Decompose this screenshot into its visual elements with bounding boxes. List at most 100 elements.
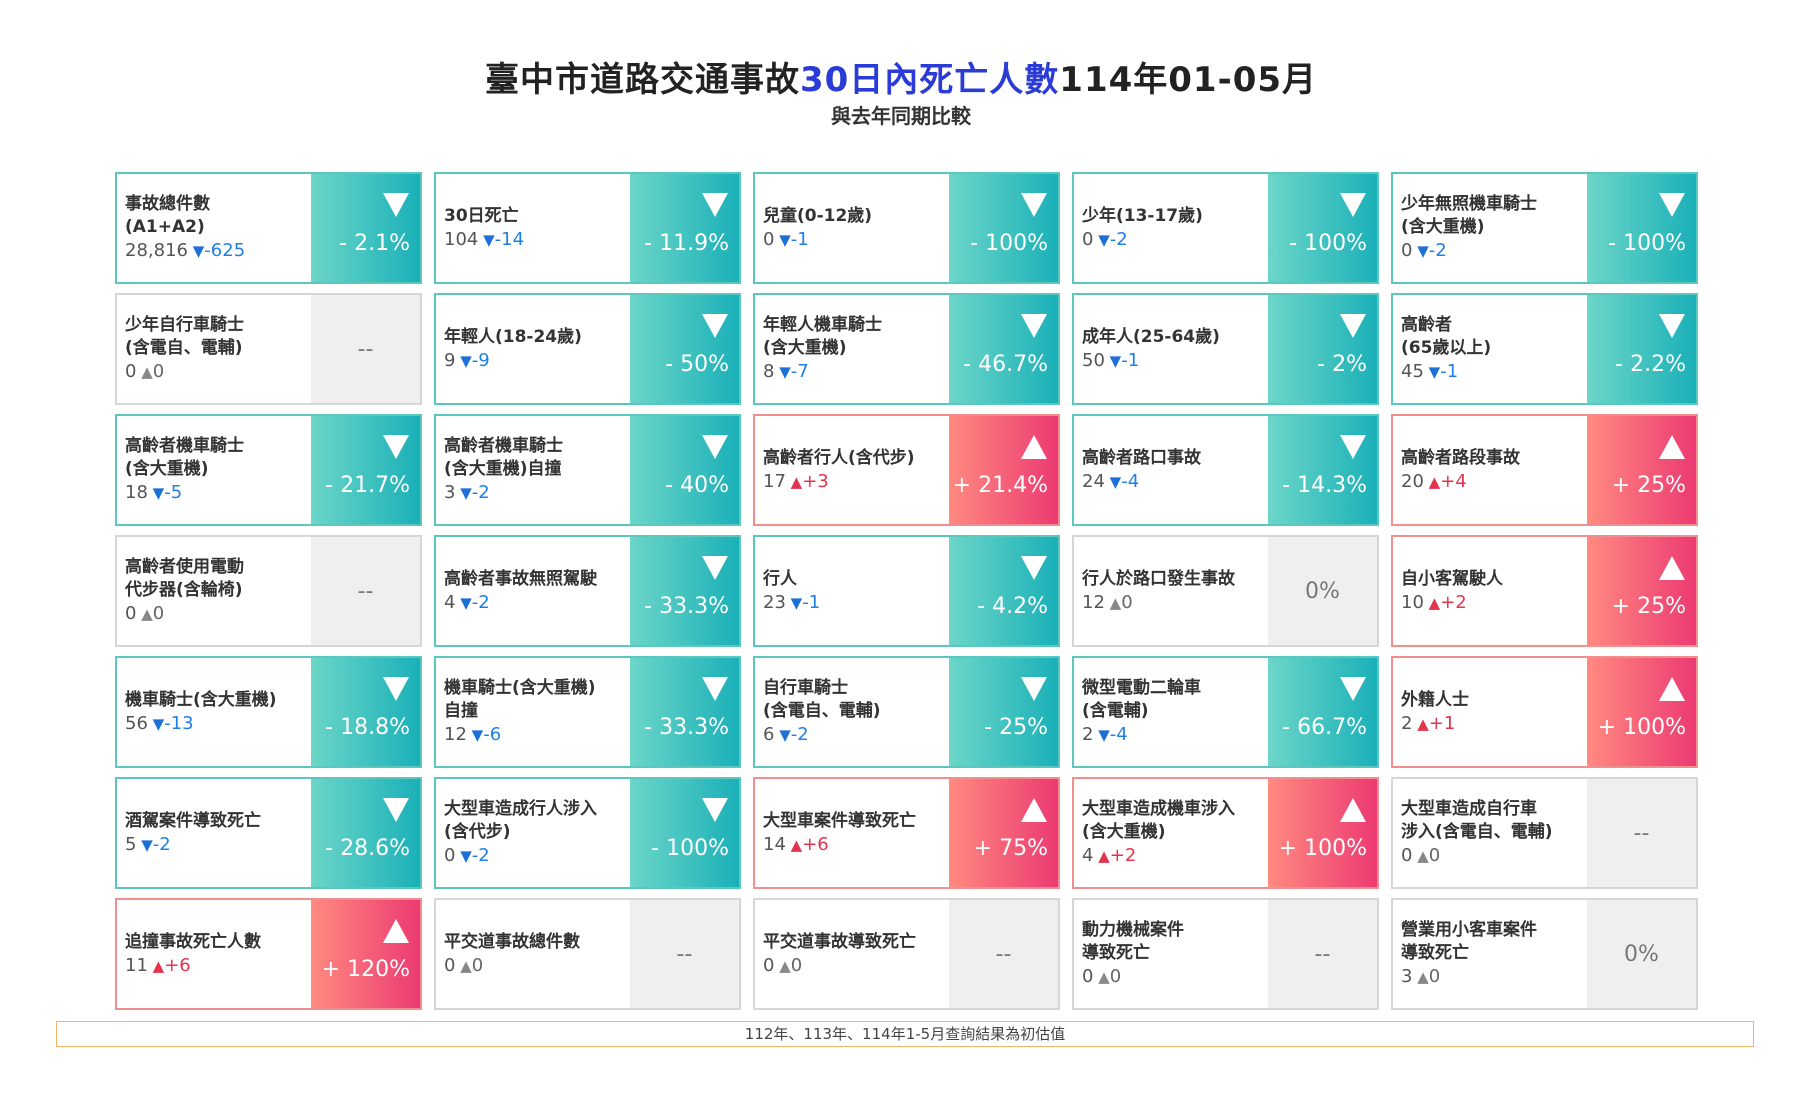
stat-card-delta: -1 — [1440, 361, 1459, 382]
stat-card-info: 高齡者事故無照駕駛 4 ▼-2 — [436, 537, 630, 645]
stat-card-name: 微型電動二輪車 (含電輔) — [1082, 678, 1201, 721]
down-triangle-icon: ▼ — [455, 847, 472, 865]
stat-card-percent: - 100% — [651, 836, 729, 861]
stat-card-percent: + 100% — [1278, 836, 1367, 861]
stat-card-badge: + 25% — [1587, 416, 1696, 524]
stat-card-count: 23 — [763, 591, 786, 613]
stat-card[interactable]: 成年人(25-64歲) 50 ▼-1 - 2% — [1072, 293, 1379, 405]
up-triangle-icon: ▲ — [1093, 847, 1110, 865]
stat-card[interactable]: 兒童(0-12歲) 0 ▼-1 - 100% — [753, 172, 1060, 284]
stat-card[interactable]: 少年自行車騎士 (含電自、電輔) 0 ▲0 -- — [115, 293, 422, 405]
stat-card-name: 少年無照機車騎士 (含大重機) — [1401, 194, 1537, 237]
stat-card[interactable]: 行人於路口發生事故 12 ▲0 0% — [1072, 535, 1379, 647]
stat-card[interactable]: 高齡者使用電動 代步器(含輪椅) 0 ▲0 -- — [115, 535, 422, 647]
stat-card-values: 4 ▲+2 — [1082, 844, 1260, 868]
stat-card-badge: -- — [311, 537, 420, 645]
down-triangle-icon: ▼ — [774, 726, 791, 744]
stat-card-name: 高齡者路口事故 — [1082, 447, 1201, 468]
stat-card-badge: -- — [949, 900, 1058, 1008]
stat-card-values: 20 ▲+4 — [1401, 470, 1579, 494]
stat-card-count: 6 — [763, 724, 775, 745]
stat-card[interactable]: 平交道事故總件數 0 ▲0 -- — [434, 898, 741, 1010]
stat-card[interactable]: 營業用小客車案件 導致死亡 3 ▲0 0% — [1391, 898, 1698, 1010]
stat-card-delta: 0 — [1121, 591, 1133, 613]
stat-card-info: 機車騎士(含大重機) 56 ▼-13 — [117, 658, 311, 766]
stat-card-count: 0 — [444, 954, 456, 976]
stat-card[interactable]: 高齡者路口事故 24 ▼-4 - 14.3% — [1072, 414, 1379, 526]
stat-card-badge: - 25% — [949, 658, 1058, 766]
stat-card[interactable]: 大型車案件導致死亡 14 ▲+6 + 75% — [753, 777, 1060, 889]
up-triangle-icon — [1021, 435, 1047, 459]
stat-card[interactable]: 高齡者 (65歲以上) 45 ▼-1- 2.2% — [1391, 293, 1698, 405]
stat-card[interactable]: 少年(13-17歲) 0 ▼-2 - 100% — [1072, 172, 1379, 284]
stat-card-name: 酒駕案件導致死亡 — [125, 810, 261, 831]
stat-card-delta: 0 — [1428, 845, 1441, 866]
stat-card-delta: 0 — [152, 603, 165, 624]
stat-card-values: 0 ▼-1 — [763, 228, 941, 252]
stat-card-values: 0 ▼-2 — [444, 844, 622, 868]
stat-card-percent: - 40% — [665, 473, 729, 498]
stat-card-count: 12 — [1082, 591, 1105, 613]
stat-card-count: 56 — [125, 712, 148, 734]
stat-card-values: 10 ▲+2 — [1401, 591, 1579, 615]
stat-card-count: 104 — [444, 228, 479, 250]
stat-card-info: 成年人(25-64歲) 50 ▼-1 — [1074, 295, 1268, 403]
stat-card[interactable]: 高齡者機車騎士 (含大重機) 18 ▼-5- 21.7% — [115, 414, 422, 526]
stat-card[interactable]: 動力機械案件 導致死亡 0 ▲0 -- — [1072, 898, 1379, 1010]
stat-card-percent: -- — [676, 941, 693, 967]
down-triangle-icon — [1021, 193, 1047, 217]
stat-card-badge: - 33.3% — [630, 658, 739, 766]
stat-card-values: 4 ▼-2 — [444, 591, 622, 615]
stat-card[interactable]: 酒駕案件導致死亡 5 ▼-2 - 28.6% — [115, 777, 422, 889]
stat-card-name: 自行車騎士 (含電自、電輔) — [763, 678, 881, 721]
footer-note: 112年、113年、114年1-5月查詢結果為初估值 — [56, 1021, 1754, 1047]
stat-card-percent: + 120% — [321, 957, 410, 982]
stat-card[interactable]: 外籍人士 2 ▲+1 + 100% — [1391, 656, 1698, 768]
stat-card-badge: -- — [1268, 900, 1377, 1008]
stat-card[interactable]: 大型車造成自行車 涉入(含電自、電輔) 0 ▲0 -- — [1391, 777, 1698, 889]
stat-card[interactable]: 自小客駕駛人 10 ▲+2 + 25% — [1391, 535, 1698, 647]
flat-triangle-icon: ▲ — [1104, 593, 1122, 612]
stat-card[interactable]: 年輕人機車騎士 (含大重機) 8 ▼-7- 46.7% — [753, 293, 1060, 405]
stat-card-count: 4 — [1082, 845, 1094, 866]
stat-card[interactable]: 大型車造成行人涉入 (含代步) 0 ▼-2- 100% — [434, 777, 741, 889]
stat-card-count: 10 — [1401, 591, 1424, 613]
stat-card[interactable]: 高齡者事故無照駕駛 4 ▼-2 - 33.3% — [434, 535, 741, 647]
stat-card-percent: + 25% — [1611, 594, 1686, 619]
stat-card[interactable]: 大型車造成機車涉入 (含大重機) 4 ▲+2 + 100% — [1072, 777, 1379, 889]
stat-card-count: 3 — [444, 482, 456, 503]
stat-card-badge: + 100% — [1268, 779, 1377, 887]
stat-card-percent: - 28.6% — [325, 836, 410, 861]
stat-card-info: 微型電動二輪車 (含電輔) 2 ▼-4 — [1074, 658, 1268, 766]
up-triangle-icon: ▲ — [1423, 593, 1441, 612]
stat-card-count: 17 — [763, 470, 786, 492]
stat-card[interactable]: 年輕人(18-24歲) 9 ▼-9 - 50% — [434, 293, 741, 405]
stat-card[interactable]: 追撞事故死亡人數 11 ▲+6 + 120% — [115, 898, 422, 1010]
stat-card[interactable]: 30日死亡 104 ▼-14 - 11.9% — [434, 172, 741, 284]
stat-card-percent: + 21.4% — [952, 473, 1048, 498]
stat-card-name: 年輕人(18-24歲) — [444, 326, 582, 347]
stat-card[interactable]: 高齡者機車騎士 (含大重機)自撞 3 ▼-2 - 40% — [434, 414, 741, 526]
down-triangle-icon — [383, 435, 409, 459]
stat-card-delta: -6 — [483, 724, 502, 745]
stat-card[interactable]: 事故總件數 (A1+A2) 28,816 ▼-625- 2.1% — [115, 172, 422, 284]
stat-card[interactable]: 行人 23 ▼-1 - 4.2% — [753, 535, 1060, 647]
stat-card-delta: -2 — [471, 845, 490, 866]
stat-card[interactable]: 高齡者行人(含代步) 17 ▲+3 + 21.4% — [753, 414, 1060, 526]
stat-card[interactable]: 機車騎士(含大重機) 56 ▼-13 - 18.8% — [115, 656, 422, 768]
stat-card[interactable]: 平交道事故導致死亡 0 ▲0 -- — [753, 898, 1060, 1010]
up-triangle-icon: ▲ — [1412, 714, 1429, 733]
stat-card-values: 6 ▼-2 — [763, 723, 941, 747]
stat-card[interactable]: 少年無照機車騎士 (含大重機) 0 ▼-2- 100% — [1391, 172, 1698, 284]
stat-card[interactable]: 高齡者路段事故 20 ▲+4 + 25% — [1391, 414, 1698, 526]
stat-card[interactable]: 機車騎士(含大重機) 自撞 12 ▼-6- 33.3% — [434, 656, 741, 768]
stat-card-count: 0 — [125, 603, 137, 624]
stat-card-count: 11 — [125, 954, 148, 976]
stat-card-badge: 0% — [1268, 537, 1377, 645]
down-triangle-icon: ▼ — [774, 230, 791, 249]
stat-card-name: 高齡者使用電動 代步器(含輪椅) — [125, 557, 244, 600]
stat-card[interactable]: 微型電動二輪車 (含電輔) 2 ▼-4- 66.7% — [1072, 656, 1379, 768]
stat-card[interactable]: 自行車騎士 (含電自、電輔) 6 ▼-2 - 25% — [753, 656, 1060, 768]
stat-card-info: 高齡者機車騎士 (含大重機)自撞 3 ▼-2 — [436, 416, 630, 524]
stat-card-name: 平交道事故總件數 — [444, 931, 580, 952]
